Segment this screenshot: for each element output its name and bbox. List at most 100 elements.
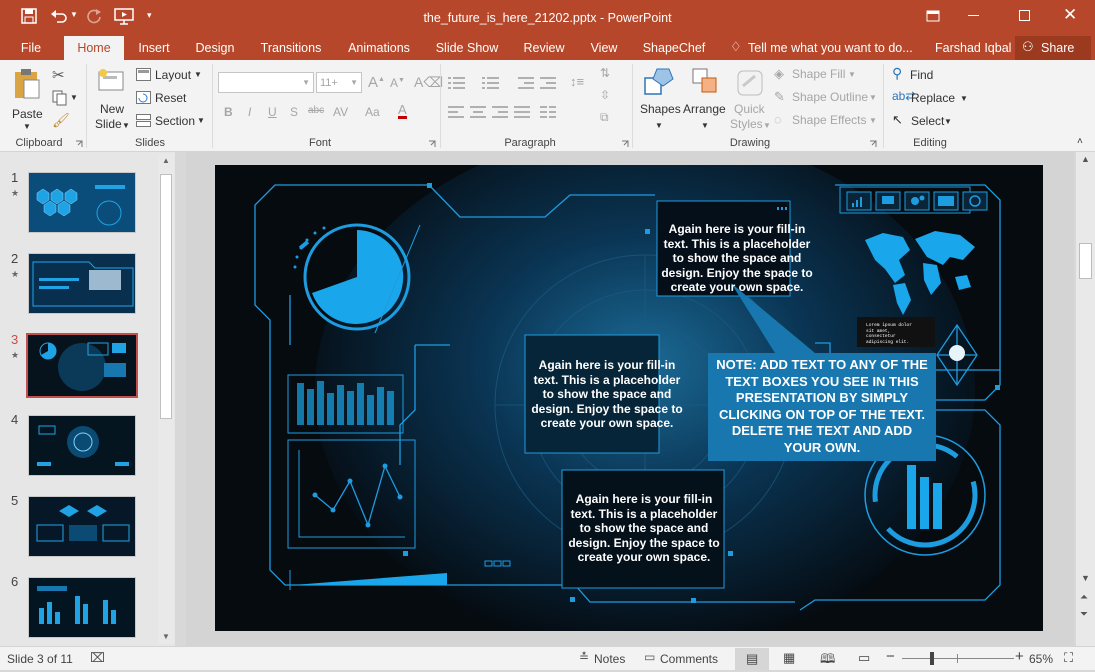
justify-icon[interactable] [514,106,530,119]
tab-shapechef[interactable]: ShapeChef [638,36,710,60]
ribbon-display-icon[interactable] [926,10,940,22]
tab-transitions[interactable]: Transitions [255,36,327,60]
strikethrough-button[interactable]: abc [308,105,324,116]
tab-home[interactable]: Home [64,36,124,60]
shape-effects-button[interactable]: ◌ Shape Effects ▼ [774,112,878,130]
paragraph-launcher-icon[interactable] [621,140,629,148]
slide-thumbnail-2[interactable] [28,253,136,314]
previous-slide-icon[interactable]: ⏶ [1080,592,1088,603]
comments-button[interactable]: ▭ Comments [644,647,724,670]
font-color-icon[interactable]: A [398,103,407,119]
quick-styles-button[interactable]: Quick Styles ▼ [730,66,771,136]
close-icon[interactable]: ✕ [1063,5,1077,25]
arrange-button[interactable]: Arrange ▼ [682,66,728,136]
cut-icon[interactable]: ✂ [52,66,65,84]
scroll-up-arrow[interactable]: ▲ [162,156,170,165]
zoom-slider[interactable] [902,652,1014,665]
align-left-icon[interactable] [448,106,464,119]
tab-file[interactable]: File [10,36,52,60]
zoom-out-icon[interactable]: − [886,648,895,665]
maximize-icon[interactable] [1019,10,1030,21]
placeholder-text-3[interactable]: Again here is your fill-in text. This is… [565,492,723,565]
smartart-icon[interactable]: ⧉ [600,110,609,125]
zoom-slider-thumb[interactable] [930,652,934,665]
scrollbar-thumb[interactable] [160,174,172,419]
minimize-icon[interactable] [968,15,979,16]
scroll-down-arrow[interactable]: ▼ [1081,573,1090,583]
scroll-up-arrow[interactable]: ▲ [1081,154,1090,164]
bullets-icon[interactable] [448,76,466,90]
scroll-down-arrow[interactable]: ▼ [162,632,170,641]
tell-me-box[interactable]: Tell me what you want to do... [748,41,913,55]
canvas-scrollbar[interactable]: ▲ ▼ ⏶ ⏷ [1076,152,1095,646]
clipboard-launcher-icon[interactable] [75,140,83,148]
char-spacing-button[interactable]: AV [333,105,348,119]
align-text-icon[interactable]: ⇳ [600,88,610,102]
font-size-box[interactable]: 11+ ▼ [316,72,362,93]
slide-thumbnail-1[interactable] [28,172,136,233]
spellcheck-icon[interactable]: ⌧ [90,650,105,666]
slide-counter[interactable]: Slide 3 of 11 [7,652,73,666]
shrink-font-icon[interactable]: A▼ [390,76,405,90]
text-direction-icon[interactable]: ⇅ [600,66,610,80]
increase-indent-icon[interactable] [540,76,556,90]
align-center-icon[interactable] [470,106,486,119]
note-callout[interactable]: NOTE: ADD TEXT TO ANY OF THE TEXT BOXES … [708,353,936,461]
collapse-ribbon-icon[interactable]: ˄ [1077,136,1083,147]
decrease-indent-icon[interactable] [518,76,534,90]
shadow-button[interactable]: S [290,105,298,119]
font-launcher-icon[interactable] [428,140,436,148]
bold-button[interactable]: B [224,105,233,119]
slide-thumbnail-5[interactable] [28,496,136,557]
tab-insert[interactable]: Insert [131,36,177,60]
select-button[interactable]: ↖ Select ▼ [892,112,962,130]
layout-button[interactable]: Layout ▼ [136,66,206,84]
replace-button[interactable]: ab⇄ Replace ▼ [892,89,972,107]
paste-button[interactable]: Paste ▼ [8,66,48,134]
shapes-button[interactable]: Shapes ▼ [638,66,681,136]
format-painter-icon[interactable]: 🖌 [52,112,70,129]
copy-dropdown-icon[interactable]: ▼ [70,93,78,102]
scrollbar-thumb[interactable] [1079,243,1092,279]
zoom-level[interactable]: 65% [1029,652,1053,666]
underline-button[interactable]: U [268,105,277,119]
clear-format-icon[interactable]: A⌫ [414,74,443,91]
numbering-icon[interactable] [482,76,500,90]
user-name[interactable]: Farshad Iqbal [935,41,1011,55]
grow-font-icon[interactable]: A▲ [368,74,385,91]
tab-review[interactable]: Review [518,36,570,60]
reading-view-icon[interactable]: 🕮 [820,650,835,672]
next-slide-icon[interactable]: ⏷ [1080,609,1088,620]
shape-fill-button[interactable]: ◈ Shape Fill ▼ [774,66,878,84]
find-button[interactable]: ⚲ Find [892,65,962,84]
slide-thumbnail-3[interactable] [26,333,138,398]
slide-thumbnail-4[interactable] [28,415,136,476]
slideshow-icon[interactable]: ▭ [858,650,870,666]
tab-animations[interactable]: Animations [342,36,416,60]
align-right-icon[interactable] [492,106,508,119]
section-button[interactable]: Section ▼ [136,112,208,130]
share-button[interactable]: ⚇ Share [1015,36,1091,60]
change-case-button[interactable]: Aa [365,105,380,119]
italic-button[interactable]: I [248,105,251,119]
reset-button[interactable]: Reset [136,89,196,107]
tab-design[interactable]: Design [190,36,240,60]
placeholder-text-2[interactable]: Again here is your fill-in text. This is… [527,358,687,431]
shape-outline-button[interactable]: ✎ Shape Outline ▼ [774,89,878,107]
thumbnail-scrollbar[interactable]: ▲ ▼ [158,154,174,644]
slide-thumbnail-6[interactable] [28,577,136,638]
tab-slide-show[interactable]: Slide Show [432,36,502,60]
new-slide-button[interactable]: New Slide ▼ [92,66,132,136]
tab-view[interactable]: View [584,36,624,60]
zoom-in-icon[interactable]: + [1015,648,1024,665]
slide-sorter-icon[interactable]: ▦ [783,650,795,666]
columns-icon[interactable] [540,106,556,119]
line-spacing-icon[interactable]: ↕≡ [570,74,584,89]
font-name-box[interactable]: ▼ [218,72,314,93]
fit-to-window-icon[interactable]: ⛶ [1064,650,1073,666]
notes-button[interactable]: ≛ Notes [576,647,632,670]
copy-icon[interactable] [52,90,68,106]
normal-view-button[interactable]: ▤ [735,648,769,670]
drawing-launcher-icon[interactable] [869,140,877,148]
placeholder-text-1[interactable]: Again here is your fill-in text. This is… [659,222,815,295]
